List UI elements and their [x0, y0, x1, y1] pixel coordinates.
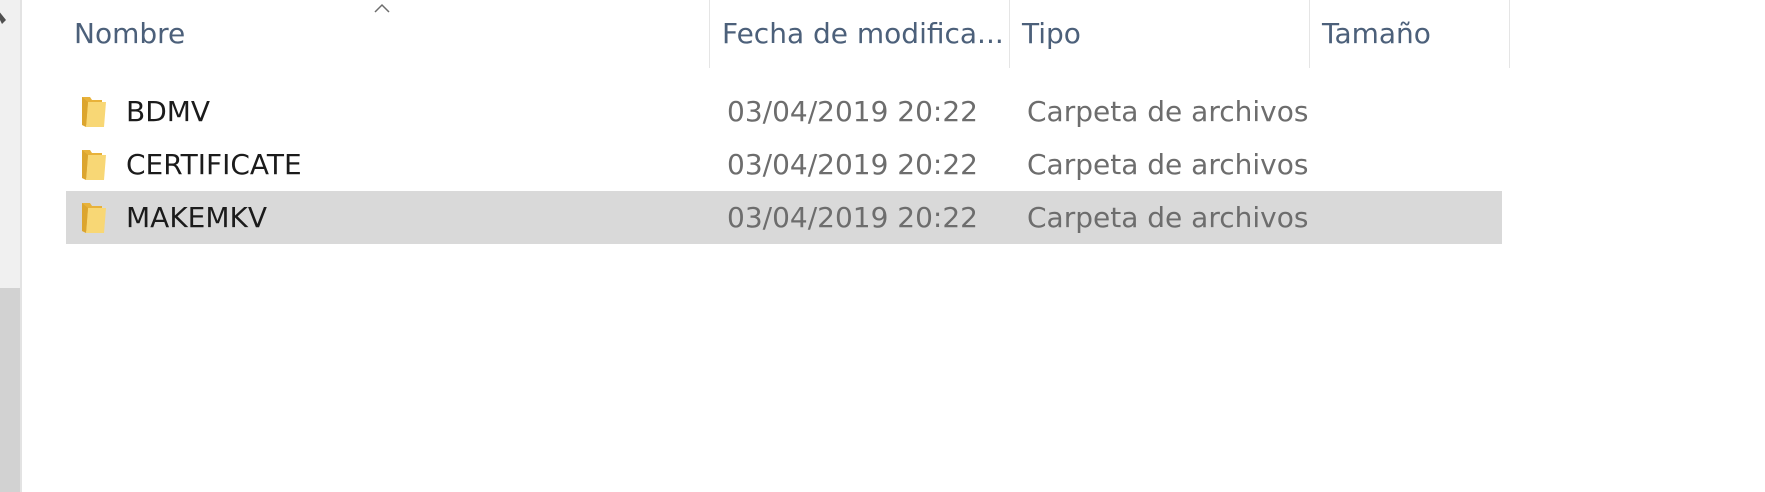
file-type: Carpeta de archivos [1027, 95, 1309, 128]
file-name: MAKEMKV [126, 201, 268, 234]
column-header-type[interactable]: Tipo [1010, 0, 1310, 68]
file-list: BDMV 03/04/2019 20:22 Carpeta de archivo… [66, 85, 1502, 244]
expand-arrow-icon[interactable] [0, 2, 8, 32]
file-row-makemkv[interactable]: MAKEMKV 03/04/2019 20:22 Carpeta de arch… [66, 191, 1502, 244]
folder-icon [82, 203, 106, 233]
file-type: Carpeta de archivos [1027, 201, 1309, 234]
file-type: Carpeta de archivos [1027, 148, 1309, 181]
folder-icon [82, 150, 106, 180]
column-header-date-modified[interactable]: Fecha de modifica... [710, 0, 1010, 68]
file-name: CERTIFICATE [126, 148, 302, 181]
folder-icon [82, 97, 106, 127]
column-header-name[interactable]: Nombre [62, 0, 710, 68]
file-row-bdmv[interactable]: BDMV 03/04/2019 20:22 Carpeta de archivo… [66, 85, 1502, 138]
file-date-modified: 03/04/2019 20:22 [727, 201, 978, 234]
file-date-modified: 03/04/2019 20:22 [727, 148, 978, 181]
file-name: BDMV [126, 95, 211, 128]
column-header-bar: Nombre Fecha de modifica... Tipo Tamaño [22, 0, 1765, 68]
navigation-pane-edge [0, 0, 22, 492]
file-row-certificate[interactable]: CERTIFICATE 03/04/2019 20:22 Carpeta de … [66, 138, 1502, 191]
scrollbar-thumb[interactable] [0, 288, 20, 492]
file-date-modified: 03/04/2019 20:22 [727, 95, 978, 128]
column-header-size[interactable]: Tamaño [1310, 0, 1510, 68]
